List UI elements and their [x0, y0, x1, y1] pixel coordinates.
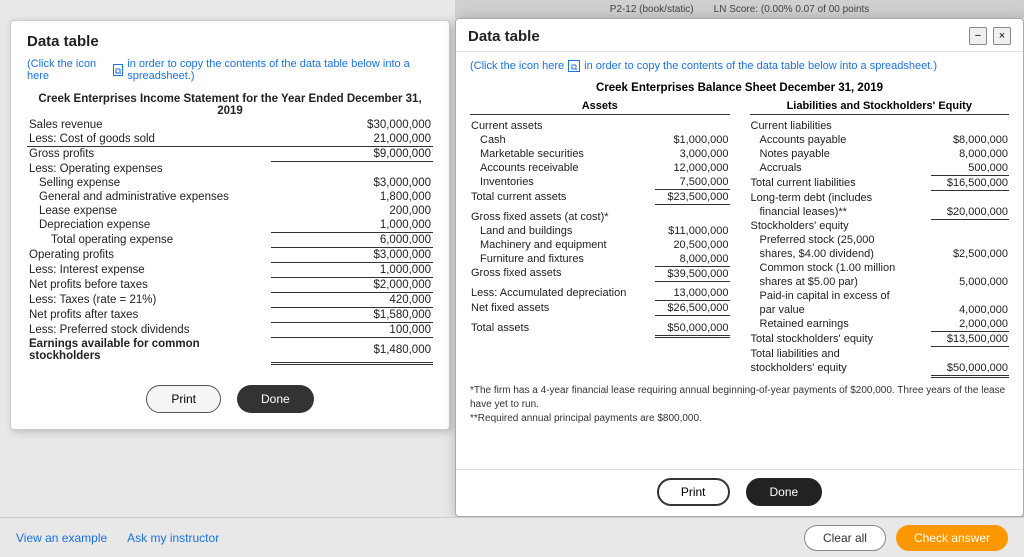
bg-done-button[interactable]: Done [237, 385, 314, 413]
top-hint2: LN Score: (0.00% 0.07 of 00 points [714, 4, 870, 15]
table-row: Total operating expense 6,000,000 [27, 232, 433, 247]
table-row: Current assets [470, 119, 730, 133]
footnotes: *The firm has a 4-year financial lease r… [470, 384, 1009, 426]
table-row: shares, $4.00 dividend) $2,500,000 [750, 247, 1010, 261]
table-row: Depreciation expense 1,000,000 [27, 218, 433, 233]
modal-done-button[interactable]: Done [746, 478, 823, 506]
table-row: Total current assets $23,500,000 [470, 190, 730, 205]
balance-title: Creek Enterprises Balance Sheet December… [470, 82, 1009, 94]
table-row: Less: Preferred stock dividends 100,000 [27, 322, 433, 337]
table-row: Total liabilities and [750, 347, 1010, 361]
table-row: Gross fixed assets $39,500,000 [470, 266, 730, 281]
modal-body: (Click the icon here ⧉ in order to copy … [456, 52, 1023, 469]
footnote-1: *The firm has a 4-year financial lease r… [470, 384, 1009, 412]
liabilities-column: Liabilities and Stockholders' Equity Cur… [750, 100, 1010, 378]
close-button[interactable]: × [993, 27, 1011, 45]
table-row: Retained earnings 2,000,000 [750, 317, 1010, 332]
bg-print-button[interactable]: Print [146, 385, 221, 413]
table-row: Gross profits $9,000,000 [27, 147, 433, 162]
table-row: Less: Operating expenses [27, 162, 433, 176]
bg-copy-notice: (Click the icon here ⧉ in order to copy … [27, 58, 433, 82]
liabilities-table: Current liabilities Accounts payable $8,… [750, 119, 1010, 378]
table-row: Less: Interest expense 1,000,000 [27, 262, 433, 277]
income-title: Creek Enterprises Income Statement for t… [27, 92, 433, 118]
table-row: Gross fixed assets (at cost)* [470, 210, 730, 224]
assets-column: Assets Current assets Cash $1,000,000 Ma… [470, 100, 730, 378]
table-row: Net profits before taxes $2,000,000 [27, 277, 433, 292]
modal-controls: − × [969, 27, 1011, 45]
bg-buttons: Print Done [27, 385, 433, 413]
bg-data-table: Data table (Click the icon here ⧉ in ord… [10, 20, 450, 430]
table-row: Sales revenue $30,000,000 [27, 118, 433, 132]
table-row: Current liabilities [750, 119, 1010, 133]
footnote-2: **Required annual principal payments are… [470, 412, 1009, 426]
table-row: stockholders' equity $50,000,000 [750, 361, 1010, 377]
table-row: Accounts receivable 12,000,000 [470, 161, 730, 175]
table-row: Earnings available for common stockholde… [27, 337, 433, 363]
table-row: Notes payable 8,000,000 [750, 147, 1010, 161]
assets-header: Assets [470, 100, 730, 115]
modal-print-button[interactable]: Print [657, 478, 730, 506]
table-row: Less: Cost of goods sold 21,000,000 [27, 132, 433, 147]
table-row: Lease expense 200,000 [27, 204, 433, 218]
modal-copy-icon[interactable]: ⧉ [568, 60, 580, 72]
modal-title: Data table [468, 28, 540, 45]
view-example-link[interactable]: View an example [16, 531, 107, 545]
table-row: Common stock (1.00 million [750, 261, 1010, 275]
copy-icon[interactable]: ⧉ [113, 64, 124, 76]
clear-all-button[interactable]: Clear all [804, 525, 886, 551]
modal-header: Data table − × [456, 19, 1023, 52]
table-row: Marketable securities 3,000,000 [470, 147, 730, 161]
minimize-button[interactable]: − [969, 27, 987, 45]
table-row: Paid-in capital in excess of [750, 289, 1010, 303]
bottom-links: View an example Ask my instructor [16, 531, 219, 545]
top-bar: P2-12 (book/static) LN Score: (0.00% 0.0… [455, 0, 1024, 18]
top-hint1: P2-12 (book/static) [610, 4, 694, 15]
table-row: Less: Taxes (rate = 21%) 420,000 [27, 292, 433, 307]
table-row: Total assets $50,000,000 [470, 321, 730, 337]
table-row: Total stockholders' equity $13,500,000 [750, 332, 1010, 347]
table-row: Machinery and equipment 20,500,000 [470, 238, 730, 252]
bg-panel-title: Data table [27, 33, 433, 50]
table-row: Preferred stock (25,000 [750, 233, 1010, 247]
balance-grid: Assets Current assets Cash $1,000,000 Ma… [470, 100, 1009, 378]
bottom-right-buttons: Clear all Check answer [804, 525, 1008, 551]
liabilities-header: Liabilities and Stockholders' Equity [750, 100, 1010, 115]
table-row: Inventories 7,500,000 [470, 175, 730, 190]
table-row: par value 4,000,000 [750, 303, 1010, 317]
modal-copy-notice: (Click the icon here ⧉ in order to copy … [470, 60, 1009, 72]
table-row: Land and buildings $11,000,000 [470, 224, 730, 238]
table-row: General and administrative expenses 1,80… [27, 190, 433, 204]
table-row: Accounts payable $8,000,000 [750, 133, 1010, 147]
check-answer-button[interactable]: Check answer [896, 525, 1008, 551]
assets-table: Current assets Cash $1,000,000 Marketabl… [470, 119, 730, 338]
table-row: Long-term debt (includes [750, 191, 1010, 205]
table-row: Net fixed assets $26,500,000 [470, 301, 730, 316]
table-row: Net profits after taxes $1,580,000 [27, 307, 433, 322]
table-row: Selling expense $3,000,000 [27, 176, 433, 190]
table-row: Cash $1,000,000 [470, 133, 730, 147]
income-statement-table: Creek Enterprises Income Statement for t… [27, 92, 433, 365]
table-row: Less: Accumulated depreciation 13,000,00… [470, 286, 730, 301]
table-row: Stockholders' equity [750, 219, 1010, 233]
table-row: financial leases)** $20,000,000 [750, 205, 1010, 220]
ask-instructor-link[interactable]: Ask my instructor [127, 531, 219, 545]
table-row: Total current liabilities $16,500,000 [750, 176, 1010, 191]
modal-footer: Print Done [456, 469, 1023, 516]
table-row: Furniture and fixtures 8,000,000 [470, 252, 730, 267]
table-row: shares at $5.00 par) 5,000,000 [750, 275, 1010, 289]
bottom-bar: View an example Ask my instructor Clear … [0, 517, 1024, 557]
table-row: Accruals 500,000 [750, 161, 1010, 176]
table-row: Operating profits $3,000,000 [27, 247, 433, 262]
main-modal: Data table − × (Click the icon here ⧉ in… [455, 18, 1024, 517]
